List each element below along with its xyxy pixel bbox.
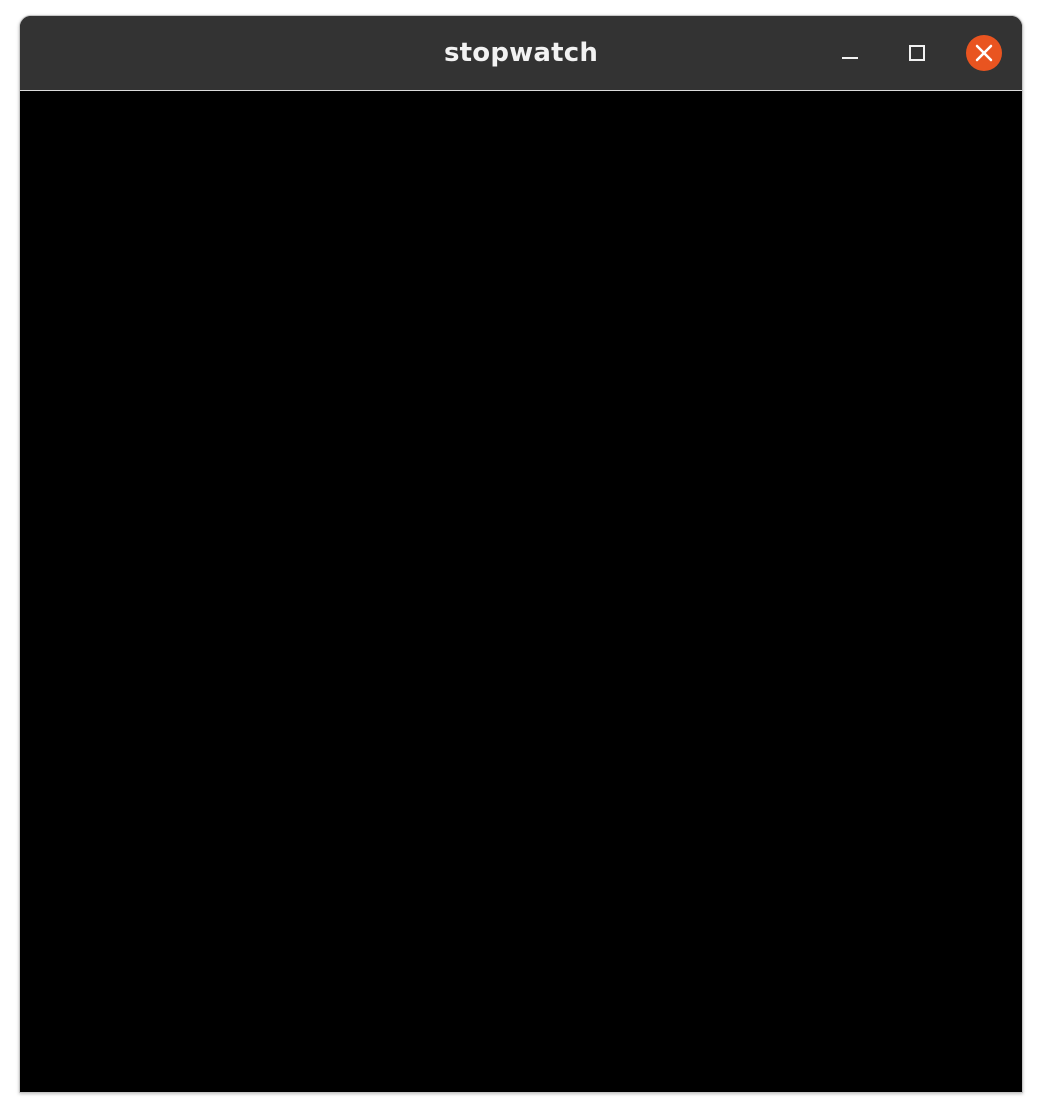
close-button[interactable] — [966, 35, 1002, 71]
stopwatch-canvas[interactable] — [20, 91, 1022, 1092]
app-window: stopwatch — [19, 15, 1023, 1093]
window-title: stopwatch — [443, 38, 599, 68]
minimize-icon — [842, 57, 858, 59]
maximize-button[interactable] — [899, 35, 935, 71]
minimize-button[interactable] — [832, 35, 868, 71]
close-icon — [975, 44, 993, 62]
maximize-icon — [909, 45, 925, 61]
title-bar[interactable]: stopwatch — [20, 16, 1022, 91]
